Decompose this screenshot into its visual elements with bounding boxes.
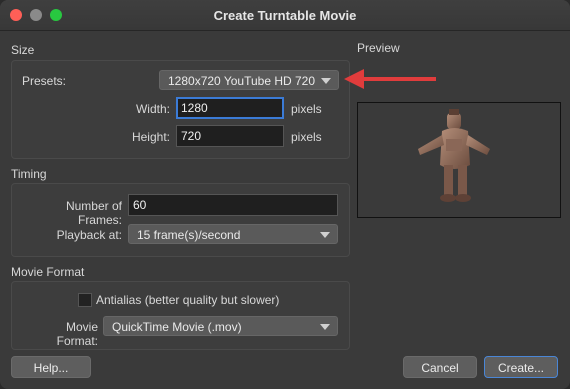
frames-field[interactable]: 60 <box>128 194 338 216</box>
presets-label: Presets: <box>22 74 67 88</box>
cancel-button[interactable]: Cancel <box>403 356 477 378</box>
playback-value: 15 frame(s)/second <box>137 228 241 242</box>
height-field[interactable]: 720 <box>176 125 284 147</box>
window-title: Create Turntable Movie <box>213 8 357 23</box>
antialias-checkbox[interactable] <box>78 293 92 307</box>
preview-title: Preview <box>357 41 400 55</box>
playback-label: Playback at: <box>56 228 122 242</box>
timing-section-title: Timing <box>11 167 47 181</box>
presets-value: 1280x720 YouTube HD 720 <box>168 74 316 88</box>
presets-dropdown[interactable]: 1280x720 YouTube HD 720 <box>159 70 339 90</box>
character-model-preview <box>418 109 490 202</box>
annotation-arrow-icon <box>344 69 436 89</box>
antialias-label: Antialias (better quality but slower) <box>96 293 280 307</box>
chevron-down-icon <box>320 232 330 238</box>
width-unit: pixels <box>291 102 322 116</box>
width-label: Width: <box>135 102 170 116</box>
width-field[interactable]: 1280 <box>176 97 284 119</box>
movie-format-label: Movie Format: <box>56 320 98 348</box>
help-button[interactable]: Help... <box>11 356 91 378</box>
chevron-down-icon <box>321 78 331 84</box>
height-unit: pixels <box>291 130 322 144</box>
movie-format-value: QuickTime Movie (.mov) <box>112 320 242 334</box>
playback-dropdown[interactable]: 15 frame(s)/second <box>128 224 338 244</box>
movie-format-section-title: Movie Format <box>11 265 85 279</box>
dialog-window: Create Turntable Movie Size Presets: 128… <box>0 0 570 389</box>
preview-panel <box>357 102 561 218</box>
movie-format-dropdown[interactable]: QuickTime Movie (.mov) <box>103 316 338 336</box>
chevron-down-icon <box>320 324 330 330</box>
height-label: Height: <box>131 130 170 144</box>
create-button[interactable]: Create... <box>484 356 558 378</box>
size-section-title: Size <box>11 43 35 57</box>
title-bar: Create Turntable Movie <box>0 0 570 31</box>
frames-label: Number of Frames: <box>65 199 122 227</box>
